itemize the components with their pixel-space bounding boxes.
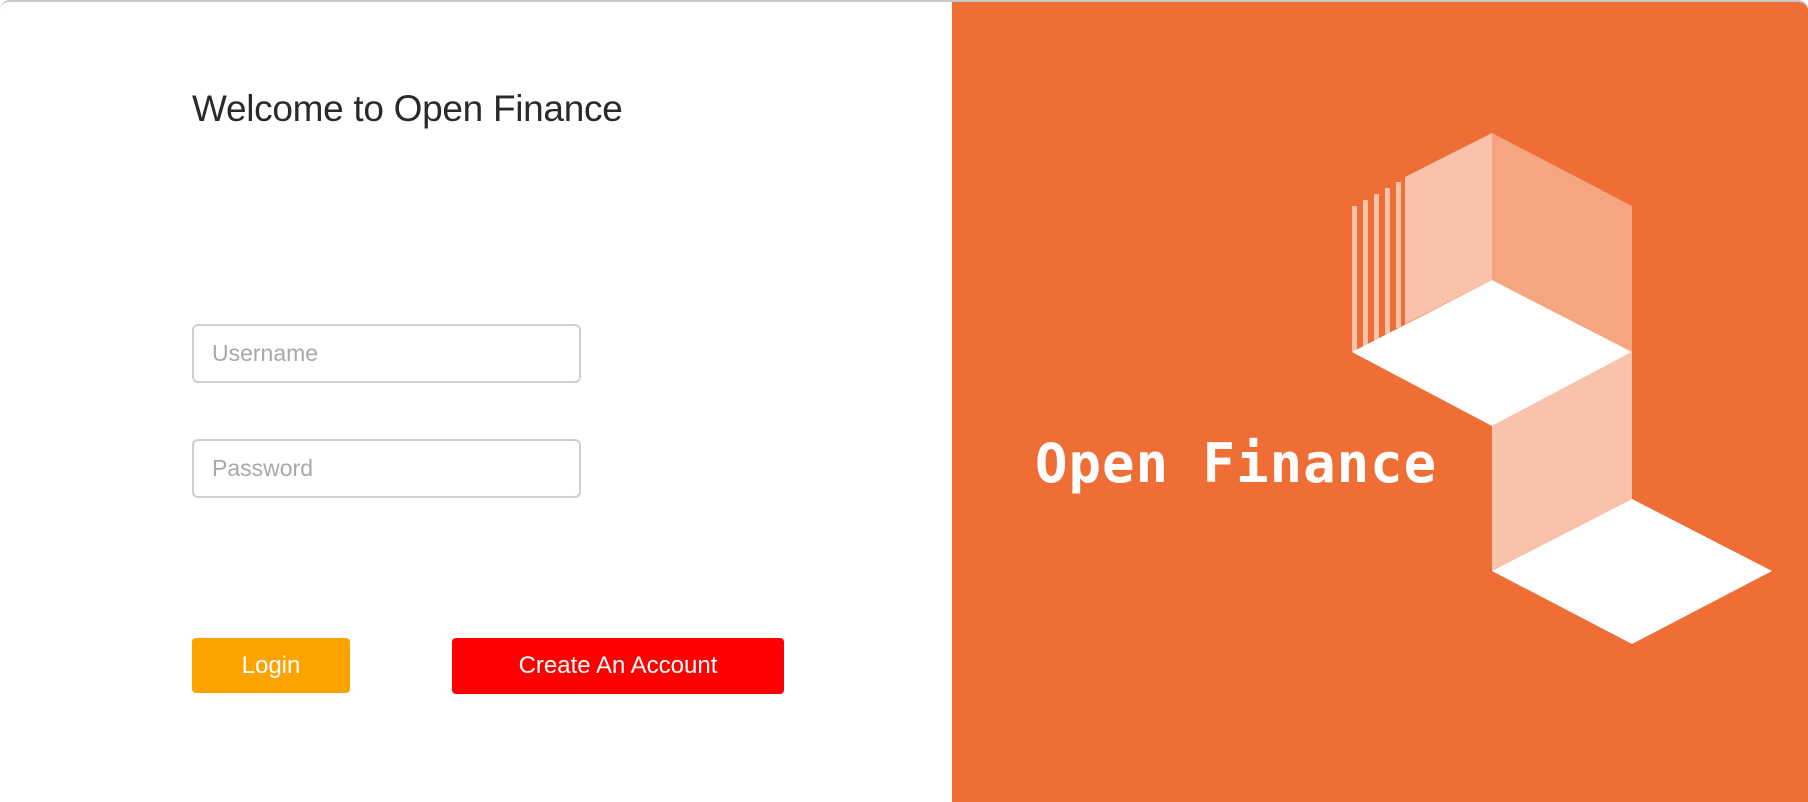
app-window: Welcome to Open Finance Login Create An … [0, 0, 1808, 802]
isometric-stairs-logo-icon [1352, 133, 1772, 644]
brand-title: Open Finance [1035, 432, 1438, 495]
